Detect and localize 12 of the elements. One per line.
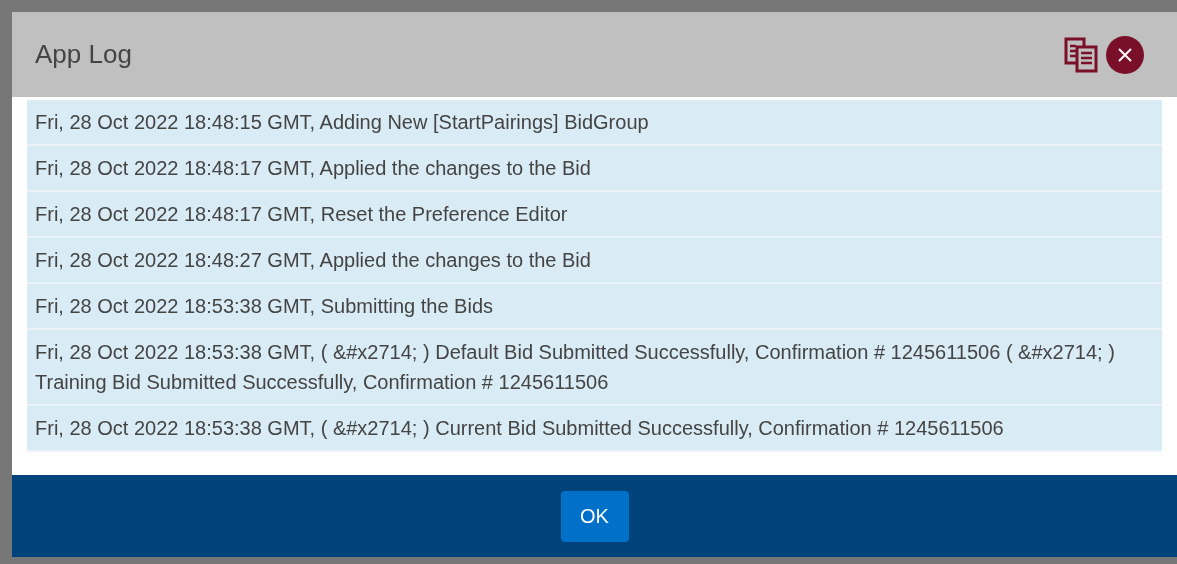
log-entry: Fri, 28 Oct 2022 18:48:27 GMT, Applied the changes to the Bid bbox=[27, 238, 1162, 284]
close-icon bbox=[1118, 47, 1132, 62]
log-entry: Fri, 28 Oct 2022 18:48:17 GMT, Reset the Preference Editor bbox=[27, 192, 1162, 238]
log-entry: Fri, 28 Oct 2022 18:48:15 GMT, Adding New [StartPairings] BidGroup bbox=[27, 100, 1162, 146]
ok-button[interactable]: OK bbox=[560, 490, 629, 542]
dialog-title: App Log bbox=[35, 38, 132, 71]
log-entry: Fri, 28 Oct 2022 18:48:17 GMT, Applied the changes to the Bid bbox=[27, 146, 1162, 192]
close-button[interactable] bbox=[1106, 35, 1144, 74]
log-entry: Fri, 28 Oct 2022 18:53:38 GMT, Submitting the Bids bbox=[27, 284, 1162, 330]
log-entry: Fri, 28 Oct 2022 18:53:38 GMT, ( &#x2714; ) Default Bid Submitted Successfully, Confirmation # 1245611506 ( &#x2714; ) Training Bid Submitted Successfully, Confirmation # 1245611506 bbox=[27, 330, 1162, 406]
copy-icon[interactable] bbox=[1064, 36, 1098, 73]
log-entry: Fri, 28 Oct 2022 18:53:38 GMT, ( &#x2714; ) Current Bid Submitted Successfully, Confirmation # 1245611506 bbox=[27, 406, 1162, 452]
